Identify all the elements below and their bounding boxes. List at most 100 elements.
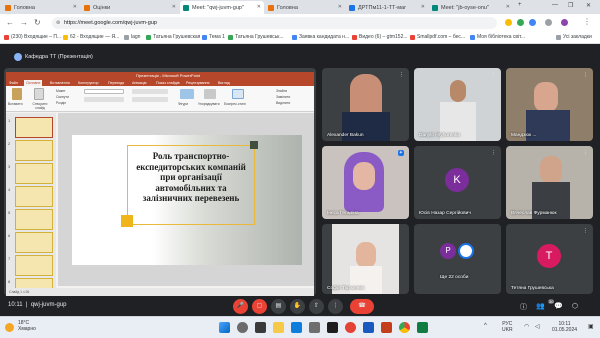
close-window-icon[interactable]: ✕ (586, 2, 591, 9)
tray-chevron-icon[interactable]: ^ (484, 323, 487, 329)
quick-styles-icon[interactable] (232, 89, 244, 99)
maximize-icon[interactable]: ❐ (568, 2, 573, 9)
close-icon[interactable]: ✕ (338, 4, 342, 10)
powerpoint-icon[interactable] (381, 322, 392, 333)
chrome-icon[interactable] (399, 322, 410, 333)
minimize-icon[interactable]: — (552, 2, 558, 8)
close-icon[interactable]: ✕ (73, 4, 77, 10)
activities-icon[interactable]: ⬡ (572, 302, 578, 310)
raise-hand-button[interactable]: ✋ (290, 299, 305, 314)
slide-thumbnail[interactable]: 2 (8, 140, 53, 161)
more-options-icon[interactable]: ⋮ (399, 72, 404, 78)
paste-button[interactable]: Вставити (8, 102, 23, 106)
new-tab-button[interactable]: + (518, 2, 522, 8)
extension-icon[interactable] (505, 19, 512, 26)
tab-holovna-2[interactable]: Головна ✕ (265, 1, 345, 14)
slide-thumbnail[interactable]: 1 (8, 117, 53, 138)
section-button[interactable]: Розділ (56, 101, 66, 105)
layout-button[interactable]: Макет (56, 89, 66, 93)
more-options-icon[interactable]: ⋮ (583, 150, 588, 156)
quick-styles-button[interactable]: Експрес-стилі (224, 102, 246, 106)
mic-off-button[interactable]: 🎤 (233, 299, 248, 314)
close-icon[interactable]: ✕ (506, 4, 510, 10)
site-info-icon[interactable]: ⊜ (56, 17, 60, 29)
file-explorer-icon[interactable] (273, 322, 284, 333)
word-icon[interactable] (363, 322, 374, 333)
paragraph-buttons[interactable] (132, 89, 168, 94)
extensions-puzzle-icon[interactable] (545, 19, 552, 26)
extension-icon[interactable] (517, 19, 524, 26)
captions-button[interactable]: ▤ (271, 299, 286, 314)
bookmark-item[interactable]: lagn (124, 34, 140, 40)
more-options-icon[interactable]: ⋮ (583, 72, 588, 78)
replace-button[interactable]: Замінити (276, 95, 290, 99)
find-button[interactable]: Знайти (276, 89, 287, 93)
weather-widget[interactable]: 18°C Хмарно (18, 320, 36, 332)
all-bookmarks[interactable]: Усі закладки (556, 34, 592, 40)
bookmark-item[interactable]: Smallpdf.com – бес... (410, 34, 465, 40)
participant-tile[interactable]: Софія Тютюнник (322, 224, 409, 294)
language-indicator[interactable]: РУС UKR (502, 321, 513, 333)
slide-thumbnail[interactable]: 3 (8, 163, 53, 184)
more-options-button[interactable]: ⋮ (328, 299, 343, 314)
info-icon[interactable]: ⓘ (520, 302, 527, 312)
more-options-icon[interactable]: ⋮ (491, 72, 496, 78)
slide-title[interactable]: Роль транспортно-експедиторських компані… (132, 151, 250, 204)
opera-icon[interactable] (345, 322, 356, 333)
wifi-icon[interactable]: ◠ (524, 323, 529, 330)
volume-icon[interactable]: ◁ (535, 323, 540, 330)
tab-meet-2[interactable]: Meet: "jb-oyse-onu" ✕ (429, 1, 513, 14)
slide-thumbnail[interactable]: 7 (8, 255, 53, 276)
app-icon[interactable] (327, 322, 338, 333)
slide-thumbnail[interactable]: 6 (8, 232, 53, 253)
participant-tile[interactable]: ✦ Інеса Гельзіна (322, 146, 409, 219)
font-name-field[interactable] (84, 89, 124, 94)
bookmark-item[interactable]: Тема 1 (202, 34, 225, 40)
forward-icon[interactable]: → (20, 18, 28, 27)
arrange-icon[interactable] (204, 89, 216, 99)
present-button[interactable]: ⇧ (309, 299, 324, 314)
slide-thumbnail[interactable]: 5 (8, 209, 53, 230)
new-slide-icon[interactable] (34, 88, 44, 100)
bookmark-item[interactable]: Заявка кандидата н... (292, 34, 349, 40)
excel-icon[interactable] (417, 322, 428, 333)
tab-holovna[interactable]: Головна ✕ (2, 1, 80, 14)
close-icon[interactable]: ✕ (421, 4, 425, 10)
bookmark-item[interactable]: 62 - Входящие — Я... (63, 34, 119, 40)
tab-drtpm[interactable]: ДРТПм11-1-ТТ-маг ✕ (346, 1, 428, 14)
back-icon[interactable]: ← (6, 18, 14, 27)
task-view-icon[interactable] (255, 322, 266, 333)
font-format-buttons[interactable] (84, 97, 124, 102)
slide-thumbnail[interactable]: 4 (8, 186, 53, 207)
tab-meet-active[interactable]: Meet: "qwj-juvm-gup" ✕ (180, 1, 264, 14)
camera-off-button[interactable]: ▢ (252, 299, 267, 314)
bookmark-item[interactable]: (230) Входящие – П... (4, 34, 61, 40)
participant-tile[interactable]: K ⋮ Юсів Назар Сергійович (414, 146, 501, 219)
tab-otsinky[interactable]: Оцінки ✕ (81, 1, 179, 14)
close-icon[interactable]: ✕ (172, 4, 176, 10)
participant-tile[interactable]: T ⋮ Тетяна Грушевська (506, 224, 593, 294)
close-icon[interactable]: ✕ (257, 4, 261, 10)
people-icon[interactable]: 👥 (536, 302, 545, 310)
bookmark-item[interactable]: Моя бібліотека світ... (470, 34, 525, 40)
edge-icon[interactable] (291, 322, 302, 333)
shapes-icon[interactable] (180, 89, 194, 99)
reload-icon[interactable]: ↻ (34, 18, 41, 27)
participant-tile[interactable]: ⋮ Alexander Bakun (322, 68, 409, 141)
align-buttons[interactable] (132, 97, 168, 102)
arrange-button[interactable]: Упорядкувати (198, 102, 220, 106)
bookmark-item[interactable]: Татьяна Грушевськ... (228, 34, 284, 40)
select-button[interactable]: Виділити (276, 101, 290, 105)
bookmark-item[interactable]: Видео (6) – gtm152... (352, 34, 408, 40)
weather-icon[interactable] (5, 323, 14, 332)
chat-icon[interactable]: 💬 (554, 302, 563, 310)
url-input[interactable]: ⊜ https://meet.google.com/qwj-juvm-gup (52, 17, 497, 29)
search-icon[interactable] (237, 322, 248, 333)
participant-tile[interactable]: P Ще 22 особи (414, 224, 501, 294)
bookmark-item[interactable]: Татьяна Грушевская (146, 34, 200, 40)
reset-button[interactable]: Скинути (56, 95, 69, 99)
windows-start-icon[interactable] (219, 322, 230, 333)
profile-avatar[interactable] (561, 19, 568, 26)
notifications-icon[interactable]: ▣ (588, 323, 594, 330)
leave-call-button[interactable]: ☎ (350, 299, 374, 314)
